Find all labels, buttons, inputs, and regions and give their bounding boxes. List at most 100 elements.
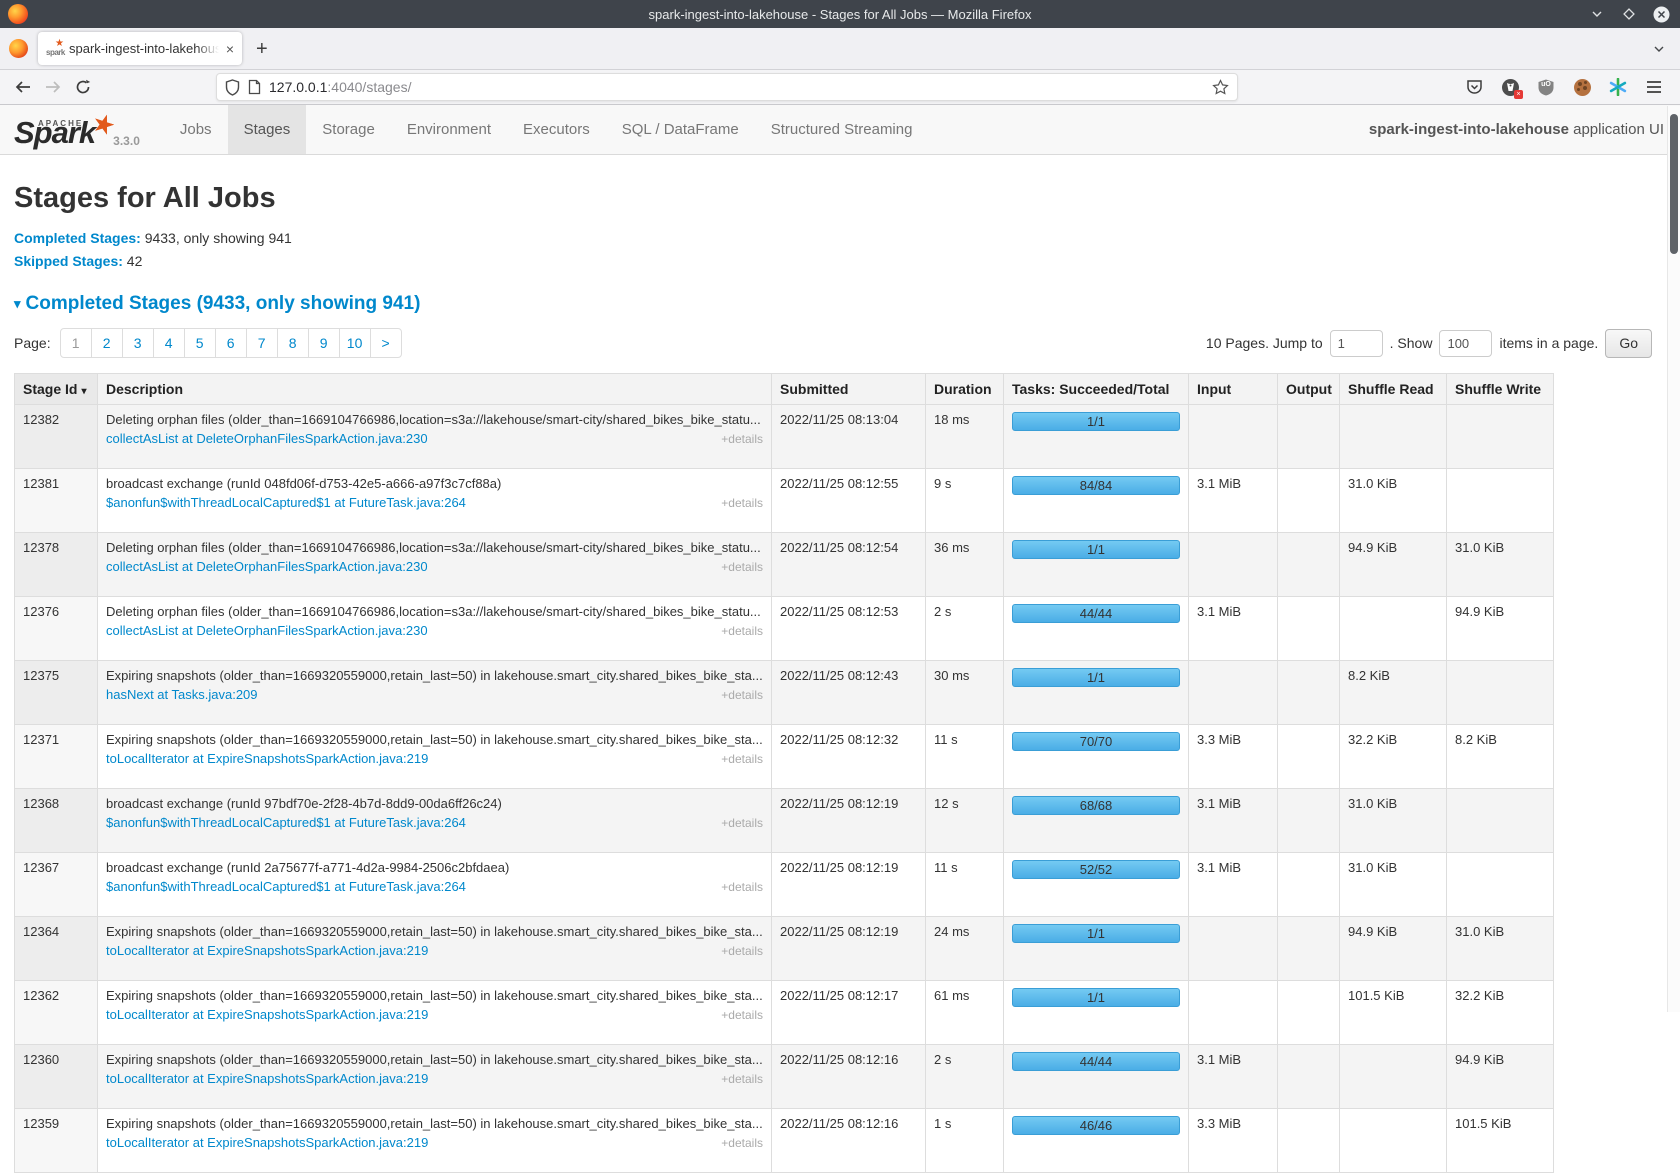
page-info-icon[interactable] <box>248 79 261 95</box>
forward-button[interactable] <box>38 73 68 101</box>
stage-detail-link[interactable]: $anonfun$withThreadLocalCaptured$1 at Fu… <box>106 815 466 830</box>
stage-detail-link[interactable]: toLocalIterator at ExpireSnapshotsSparkA… <box>106 1135 428 1150</box>
page-button-8[interactable]: 8 <box>277 328 309 358</box>
page-button-10[interactable]: 10 <box>339 328 371 358</box>
page-button-3[interactable]: 3 <box>122 328 154 358</box>
details-toggle[interactable]: +details <box>721 432 763 446</box>
privacy-badger-icon[interactable]: × <box>1500 77 1520 97</box>
back-button[interactable] <box>8 73 38 101</box>
url-path: :4040/stages/ <box>327 79 411 95</box>
close-button[interactable] <box>1652 5 1670 23</box>
nav-tab-environment[interactable]: Environment <box>391 105 507 154</box>
header-shuffle-write[interactable]: Shuffle Write <box>1447 374 1554 405</box>
ublock-origin-icon[interactable]: uO <box>1536 77 1556 97</box>
nav-tab-jobs[interactable]: Jobs <box>164 105 228 154</box>
list-all-tabs-icon[interactable] <box>1652 42 1666 56</box>
details-toggle[interactable]: +details <box>721 1008 763 1022</box>
new-tab-button[interactable]: + <box>256 39 268 59</box>
items-per-page-input[interactable] <box>1439 330 1492 357</box>
completed-stages-link[interactable]: Completed Stages: <box>14 230 141 246</box>
details-toggle[interactable]: +details <box>721 880 763 894</box>
output-cell <box>1278 661 1340 725</box>
page-button-9[interactable]: 9 <box>308 328 340 358</box>
details-toggle[interactable]: +details <box>721 1136 763 1150</box>
input-cell: 3.3 MiB <box>1189 725 1278 789</box>
minimize-button[interactable] <box>1588 5 1606 23</box>
header-input[interactable]: Input <box>1189 374 1278 405</box>
url-bar[interactable]: 127.0.0.1:4040/stages/ <box>216 73 1238 101</box>
reload-button[interactable] <box>68 73 98 101</box>
header-description[interactable]: Description <box>98 374 772 405</box>
details-toggle[interactable]: +details <box>721 560 763 574</box>
completed-stages-value: 9433, only showing 941 <box>141 230 292 246</box>
input-cell: 3.1 MiB <box>1189 469 1278 533</box>
task-progress-bar: 44/44 <box>1012 604 1180 623</box>
jump-to-page-input[interactable] <box>1330 330 1383 357</box>
stage-detail-link[interactable]: toLocalIterator at ExpireSnapshotsSparkA… <box>106 943 428 958</box>
table-row: 12378 Deleting orphan files (older_than=… <box>15 533 1554 597</box>
page-button-4[interactable]: 4 <box>153 328 185 358</box>
stage-detail-link[interactable]: toLocalIterator at ExpireSnapshotsSparkA… <box>106 1007 428 1022</box>
header-stage-id[interactable]: Stage Id▾ <box>15 374 98 405</box>
header-duration[interactable]: Duration <box>926 374 1004 405</box>
header-output[interactable]: Output <box>1278 374 1340 405</box>
firefox-view-icon[interactable] <box>9 39 28 58</box>
scrollbar-thumb[interactable] <box>1670 114 1678 254</box>
tab-close-icon[interactable]: × <box>226 42 234 56</box>
skipped-stages-link[interactable]: Skipped Stages: <box>14 253 123 269</box>
nav-tab-stages[interactable]: Stages <box>228 105 307 154</box>
url-text[interactable]: 127.0.0.1:4040/stages/ <box>269 79 1204 95</box>
details-toggle[interactable]: +details <box>721 752 763 766</box>
stage-detail-link[interactable]: toLocalIterator at ExpireSnapshotsSparkA… <box>106 751 428 766</box>
details-toggle[interactable]: +details <box>721 944 763 958</box>
details-toggle[interactable]: +details <box>721 496 763 510</box>
shuffle-read-cell: 32.2 KiB <box>1340 725 1447 789</box>
pocket-icon[interactable] <box>1464 77 1484 97</box>
nav-tab-structured-streaming[interactable]: Structured Streaming <box>755 105 929 154</box>
header-shuffle-read[interactable]: Shuffle Read <box>1340 374 1447 405</box>
tracking-shield-icon[interactable] <box>225 79 240 96</box>
nav-tab-sql-dataframe[interactable]: SQL / DataFrame <box>606 105 755 154</box>
details-toggle[interactable]: +details <box>721 816 763 830</box>
stage-detail-link[interactable]: $anonfun$withThreadLocalCaptured$1 at Fu… <box>106 879 466 894</box>
stage-description: Deleting orphan files (older_than=166910… <box>106 540 763 555</box>
go-button[interactable]: Go <box>1605 329 1652 358</box>
shuffle-read-cell <box>1340 1045 1447 1109</box>
stage-detail-link[interactable]: $anonfun$withThreadLocalCaptured$1 at Fu… <box>106 495 466 510</box>
description-cell: Expiring snapshots (older_than=166932055… <box>98 1045 772 1109</box>
stage-detail-link[interactable]: collectAsList at DeleteOrphanFilesSparkA… <box>106 623 428 638</box>
page-next-button[interactable]: > <box>370 328 402 358</box>
page-button-2[interactable]: 2 <box>91 328 123 358</box>
details-toggle[interactable]: +details <box>721 624 763 638</box>
browser-tab-bar: spark★ spark-ingest-into-lakehous × + <box>0 28 1680 70</box>
bookmark-star-icon[interactable] <box>1212 79 1229 96</box>
cookie-icon[interactable] <box>1572 77 1592 97</box>
spark-logo[interactable]: APACHE Spark ★ 3.3.0 <box>0 105 154 154</box>
stage-detail-link[interactable]: collectAsList at DeleteOrphanFilesSparkA… <box>106 559 428 574</box>
browser-tab[interactable]: spark★ spark-ingest-into-lakehous × <box>38 32 242 65</box>
menu-icon[interactable] <box>1644 77 1664 97</box>
stage-detail-link[interactable]: hasNext at Tasks.java:209 <box>106 687 258 702</box>
tasks-cell: 46/46 <box>1004 1109 1189 1173</box>
shuffle-read-cell <box>1340 1109 1447 1173</box>
header-submitted[interactable]: Submitted <box>772 374 926 405</box>
completed-stages-section-toggle[interactable]: ▾Completed Stages (9433, only showing 94… <box>14 293 1666 315</box>
collapse-arrow-icon: ▾ <box>14 296 21 311</box>
nav-tab-storage[interactable]: Storage <box>306 105 391 154</box>
page-button-6[interactable]: 6 <box>215 328 247 358</box>
table-row: 12364 Expiring snapshots (older_than=166… <box>15 917 1554 981</box>
page-button-7[interactable]: 7 <box>246 328 278 358</box>
submitted-cell: 2022/11/25 08:12:19 <box>772 917 926 981</box>
submitted-cell: 2022/11/25 08:12:17 <box>772 981 926 1045</box>
maximize-button[interactable] <box>1620 5 1638 23</box>
asterisk-extension-icon[interactable] <box>1608 77 1628 97</box>
page-scrollbar[interactable] <box>1667 106 1680 1012</box>
header-tasks[interactable]: Tasks: Succeeded/Total <box>1004 374 1189 405</box>
stage-detail-link[interactable]: toLocalIterator at ExpireSnapshotsSparkA… <box>106 1071 428 1086</box>
details-toggle[interactable]: +details <box>721 1072 763 1086</box>
page-button-5[interactable]: 5 <box>184 328 216 358</box>
page-button-1[interactable]: 1 <box>60 328 92 358</box>
details-toggle[interactable]: +details <box>721 688 763 702</box>
stage-detail-link[interactable]: collectAsList at DeleteOrphanFilesSparkA… <box>106 431 428 446</box>
nav-tab-executors[interactable]: Executors <box>507 105 606 154</box>
